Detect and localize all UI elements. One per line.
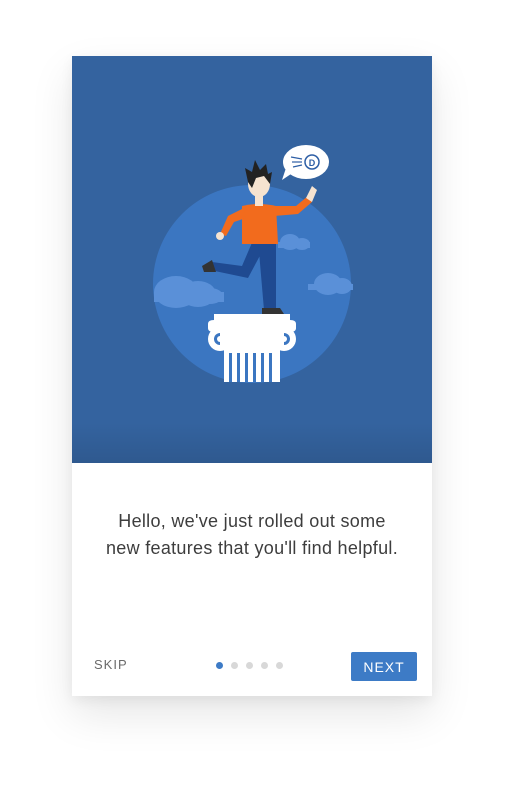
- page-dot-3[interactable]: [246, 662, 253, 669]
- page-dot-4[interactable]: [261, 662, 268, 669]
- hero-illustration: D: [153, 145, 353, 383]
- onboarding-card: D Hello, we've just rolled out some new …: [72, 56, 432, 696]
- hero-illustration-panel: D: [72, 56, 432, 463]
- next-button[interactable]: NEXT: [351, 652, 417, 681]
- onboarding-message: Hello, we've just rolled out some new fe…: [105, 511, 398, 558]
- page-indicator: [216, 662, 283, 670]
- skip-button[interactable]: SKIP: [94, 657, 128, 672]
- page-dot-2[interactable]: [231, 662, 238, 669]
- speech-bubble-icon: D: [282, 145, 329, 180]
- page-dot-5[interactable]: [276, 662, 283, 669]
- hero-bottom-shade: [72, 423, 432, 463]
- speech-bubble-letter: D: [309, 158, 316, 168]
- onboarding-footer: SKIP NEXT: [72, 650, 432, 684]
- page-dot-1[interactable]: [216, 662, 223, 669]
